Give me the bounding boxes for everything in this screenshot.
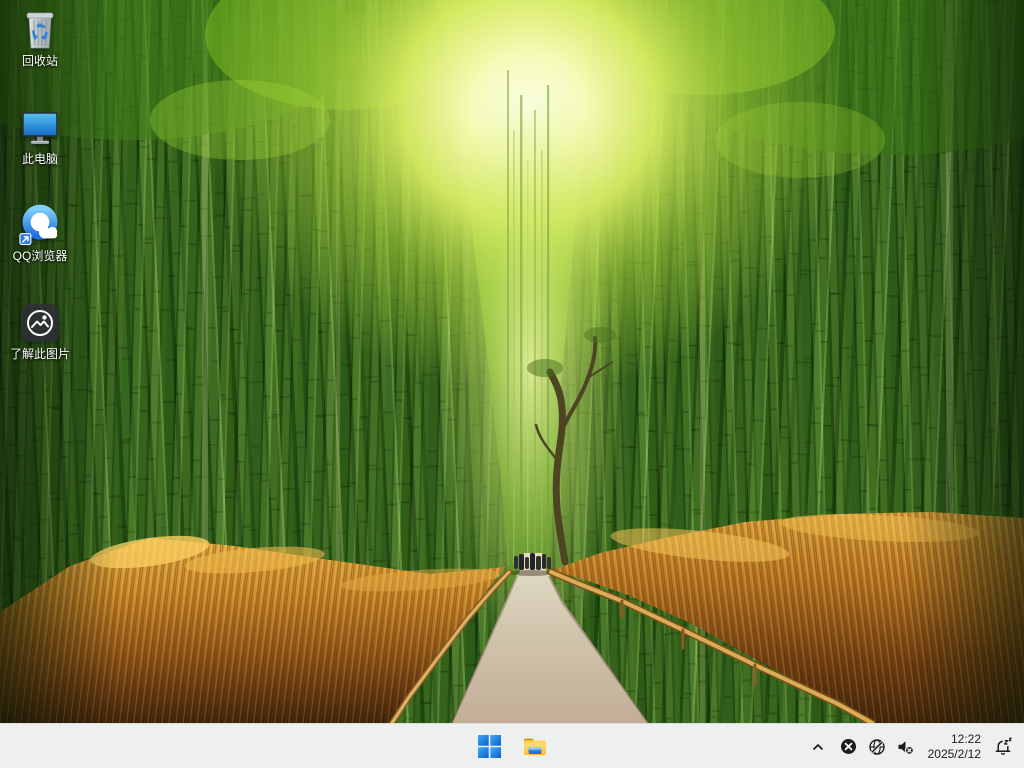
qq-browser-icon xyxy=(18,203,62,247)
desktop-icon-learn-about-picture[interactable]: 了解此图片 xyxy=(2,301,78,361)
system-tray: 12:22 2025/2/12 xyxy=(803,724,1018,768)
taskbar: 12:22 2025/2/12 xyxy=(0,723,1024,768)
hidden-icons-chevron-button[interactable] xyxy=(803,727,833,767)
desktop[interactable]: 回收站 此电脑 xyxy=(0,0,1024,768)
recycle-bin-icon xyxy=(18,8,62,52)
desktop-icon-this-pc[interactable]: 此电脑 xyxy=(2,106,78,166)
desktop-icon-qq-browser[interactable]: QQ浏览器 xyxy=(2,203,78,263)
this-pc-icon xyxy=(18,106,62,150)
desktop-icon-label: QQ浏览器 xyxy=(2,249,78,263)
file-explorer-button[interactable] xyxy=(515,727,555,767)
file-explorer-icon xyxy=(522,734,548,760)
clock-time: 12:22 xyxy=(928,732,981,747)
clock-date: 2025/2/12 xyxy=(928,747,981,762)
wallpaper-bamboo-path xyxy=(0,0,1024,723)
tray-app-button[interactable] xyxy=(835,727,863,767)
clock[interactable]: 12:22 2025/2/12 xyxy=(919,732,988,762)
app-x-circle-icon xyxy=(840,738,857,755)
start-button[interactable] xyxy=(469,727,509,767)
learn-about-picture-icon xyxy=(18,301,62,345)
notification-center-button[interactable] xyxy=(988,727,1018,767)
taskbar-center-icons xyxy=(469,724,555,768)
network-no-internet-icon xyxy=(868,738,886,756)
desktop-icon-recycle-bin[interactable]: 回收站 xyxy=(2,8,78,68)
desktop-icon-label: 回收站 xyxy=(2,54,78,68)
start-icon xyxy=(478,735,501,758)
volume-button[interactable] xyxy=(891,727,919,767)
network-button[interactable] xyxy=(863,727,891,767)
desktop-icon-label: 此电脑 xyxy=(2,152,78,166)
desktop-icon-grid: 回收站 此电脑 xyxy=(2,0,82,723)
do-not-disturb-bell-icon xyxy=(993,737,1013,757)
desktop-icon-label: 了解此图片 xyxy=(2,347,78,361)
chevron-up-icon xyxy=(810,739,826,755)
volume-muted-icon xyxy=(896,738,914,756)
